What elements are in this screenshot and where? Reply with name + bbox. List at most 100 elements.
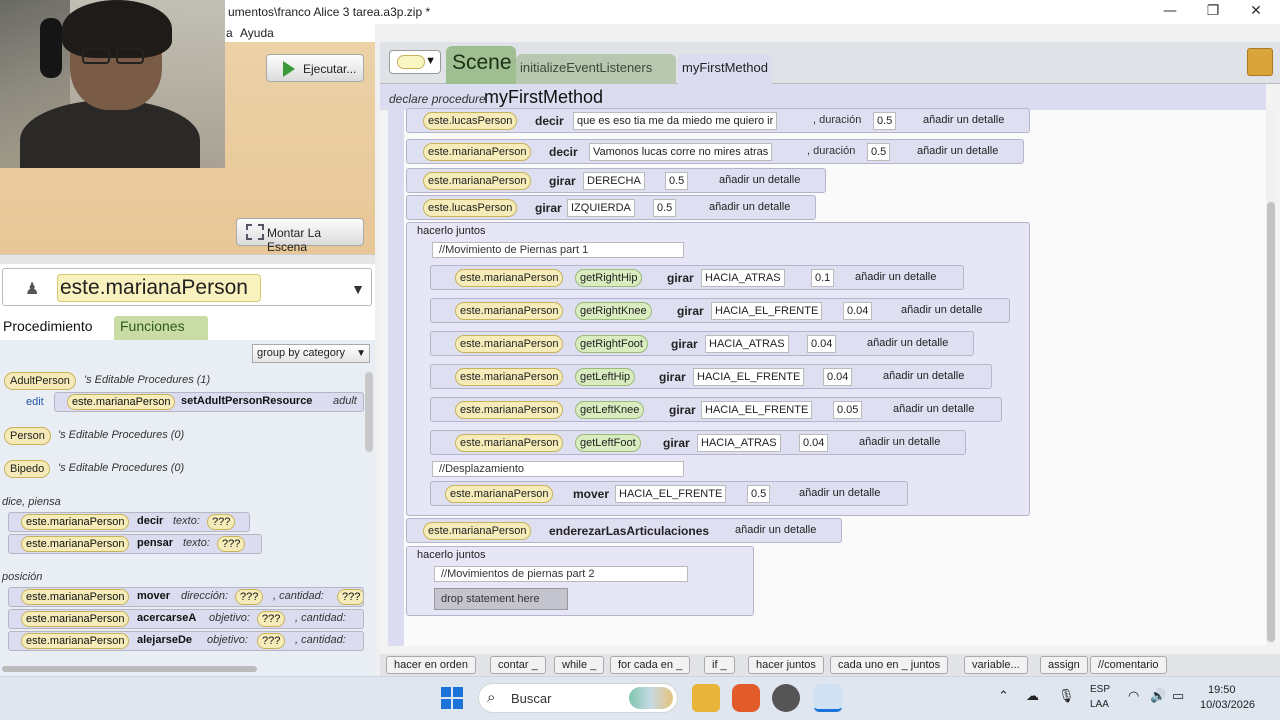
add-detail-button[interactable]: añadir un detalle	[867, 337, 948, 349]
statement-say-mariana[interactable]: este.marianaPerson decir Vamonos lucas c…	[406, 139, 1024, 164]
tab-functions[interactable]: Funciones	[114, 316, 208, 340]
proc-tile-mover[interactable]: este.marianaPerson mover dirección: ??? …	[8, 587, 364, 607]
direction-value[interactable]: HACIA_EL_FRENTE	[701, 401, 813, 419]
statement-say-lucas[interactable]: este.lucasPerson decir que es eso tia me…	[406, 108, 1030, 133]
wifi-icon[interactable]: ◠	[1128, 688, 1139, 704]
restore-button[interactable]: ❐	[1193, 2, 1233, 22]
clipboard-icon[interactable]	[1247, 48, 1273, 76]
statement-joint-turn[interactable]: este.marianaPerson getLeftHip girar HACI…	[430, 364, 992, 389]
comment-block[interactable]: //Movimientos de piernas part 2	[434, 566, 688, 582]
direction-value[interactable]: HACIA_EL_FRENTE	[693, 368, 805, 386]
tab-procedures[interactable]: Procedimiento	[0, 316, 112, 340]
palette-do-together[interactable]: hacer juntos	[748, 656, 824, 674]
editor-scrollbar[interactable]	[1266, 110, 1276, 646]
amount-value[interactable]: 0.04	[799, 434, 829, 452]
group-by-select[interactable]: group by category ▼	[252, 344, 370, 363]
add-detail-button[interactable]: añadir un detalle	[709, 201, 790, 213]
add-detail-button[interactable]: añadir un detalle	[917, 145, 998, 157]
palette-if[interactable]: if _	[704, 656, 735, 674]
direction-value[interactable]: HACIA_ATRAS	[701, 269, 785, 287]
duration-value[interactable]: 0.5	[867, 143, 891, 161]
obs-icon[interactable]	[772, 684, 800, 712]
palette-comment[interactable]: //comentario	[1090, 656, 1167, 674]
add-detail-button[interactable]: añadir un detalle	[719, 174, 800, 186]
direction-value[interactable]: IZQUIERDA	[567, 199, 635, 217]
duration-value[interactable]: 0.5	[665, 172, 689, 190]
alice-app-icon[interactable]	[814, 684, 842, 712]
statement-move-mariana[interactable]: este.marianaPerson mover HACIA_EL_FRENTE…	[430, 481, 908, 506]
amount-value[interactable]: 0.1	[811, 269, 835, 287]
tab-my-first-method[interactable]: myFirstMethod	[678, 54, 772, 84]
direction-value[interactable]: HACIA_ATRAS	[705, 335, 789, 353]
brave-browser-icon[interactable]	[732, 684, 760, 712]
text-value[interactable]: que es eso tia me da miedo me quiero ir	[573, 112, 778, 130]
add-detail-button[interactable]: añadir un detalle	[883, 370, 964, 382]
direction-value[interactable]: DERECHA	[583, 172, 645, 190]
direction-value[interactable]: HACIA_EL_FRENTE	[711, 302, 823, 320]
add-detail-button[interactable]: añadir un detalle	[799, 487, 880, 499]
direction-value[interactable]: HACIA_EL_FRENTE	[615, 485, 727, 503]
add-detail-button[interactable]: añadir un detalle	[923, 114, 1004, 126]
add-detail-button[interactable]: añadir un detalle	[859, 436, 940, 448]
palette-each-in-together[interactable]: cada uno en _ juntos	[830, 656, 949, 674]
edit-link[interactable]: edit	[26, 396, 44, 408]
duration-value[interactable]: 0.5	[653, 199, 677, 217]
language-indicator[interactable]: ESP	[1090, 684, 1110, 695]
windows-start-icon[interactable]	[438, 684, 466, 712]
microphone-icon[interactable]: 🎙	[1058, 688, 1075, 704]
chevron-up-icon[interactable]: ⌃	[998, 688, 1009, 704]
palette-variable[interactable]: variable...	[964, 656, 1028, 674]
proc-tile-alejarsede[interactable]: este.marianaPerson alejarseDe objetivo: …	[8, 631, 364, 651]
tab-initialize-event-listeners[interactable]: initializeEventListeners	[516, 54, 676, 84]
text-value[interactable]: Vamonos lucas corre no mires atras	[589, 143, 773, 161]
add-detail-button[interactable]: añadir un detalle	[735, 524, 816, 536]
object-selector[interactable]: ♟ este.marianaPerson ▼	[2, 268, 372, 306]
menu-item-partial[interactable]: a	[226, 26, 233, 40]
add-detail-button[interactable]: añadir un detalle	[893, 403, 974, 415]
taskbar-search[interactable]: ⌕ Buscar	[478, 683, 678, 713]
statement-joint-turn[interactable]: este.marianaPerson getRightHip girar HAC…	[430, 265, 964, 290]
palette-for-each[interactable]: for cada en _	[610, 656, 691, 674]
proc-tile-decir[interactable]: este.marianaPerson decir texto: ???	[8, 512, 250, 532]
add-detail-button[interactable]: añadir un detalle	[855, 271, 936, 283]
palette-assign[interactable]: assign	[1040, 656, 1088, 674]
statement-joint-turn[interactable]: este.marianaPerson getLeftFoot girar HAC…	[430, 430, 966, 455]
camera-marker-select[interactable]: ▼	[389, 50, 441, 74]
setup-scene-button[interactable]: Montar La Escena	[236, 218, 364, 254]
statement-turn-lucas[interactable]: este.lucasPerson girar IZQUIERDA 0.5 aña…	[406, 195, 816, 220]
palette-do-in-order[interactable]: hacer en orden	[386, 656, 476, 674]
volume-icon[interactable]: 🔊	[1150, 688, 1166, 704]
statement-joint-turn[interactable]: este.marianaPerson getRightKnee girar HA…	[430, 298, 1010, 323]
cloud-icon[interactable]: ☁	[1026, 688, 1039, 704]
battery-icon[interactable]: ▭	[1172, 688, 1184, 704]
amount-value[interactable]: 0.04	[823, 368, 853, 386]
proc-tile-setadultpersonresource[interactable]: este.marianaPerson setAdultPersonResourc…	[54, 392, 364, 412]
file-explorer-icon[interactable]	[692, 684, 720, 712]
comment-block[interactable]: //Movimiento de Piernas part 1	[432, 242, 684, 258]
menu-item-help[interactable]: Ayuda	[240, 26, 274, 40]
proc-tile-pensar[interactable]: este.marianaPerson pensar texto: ???	[8, 534, 262, 554]
add-detail-button[interactable]: añadir un detalle	[901, 304, 982, 316]
horizontal-splitter[interactable]	[0, 254, 375, 264]
direction-value[interactable]: HACIA_ATRAS	[697, 434, 781, 452]
amount-value[interactable]: 0.5	[747, 485, 771, 503]
run-button[interactable]: Ejecutar...	[266, 54, 364, 82]
statement-joint-turn[interactable]: este.marianaPerson getRightFoot girar HA…	[430, 331, 974, 356]
clock-time[interactable]: 19:50	[1208, 684, 1236, 696]
minimize-button[interactable]: —	[1150, 2, 1190, 22]
tab-scene[interactable]: Scene	[446, 46, 516, 84]
close-button[interactable]: ✕	[1236, 2, 1276, 22]
amount-value[interactable]: 0.04	[843, 302, 873, 320]
clock-date[interactable]: 10/03/2026	[1200, 699, 1255, 711]
left-hscrollbar[interactable]	[2, 666, 257, 672]
chevron-down-icon[interactable]: ▼	[351, 281, 365, 297]
statement-straighten-joints[interactable]: este.marianaPerson enderezarLasArticulac…	[406, 518, 842, 543]
amount-value[interactable]: 0.04	[807, 335, 837, 353]
statement-joint-turn[interactable]: este.marianaPerson getLeftKnee girar HAC…	[430, 397, 1002, 422]
comment-block[interactable]: //Desplazamiento	[432, 461, 684, 477]
scrollbar-thumb[interactable]	[1267, 202, 1275, 642]
drop-statement-placeholder[interactable]: drop statement here	[434, 588, 568, 610]
palette-count[interactable]: contar _	[490, 656, 546, 674]
amount-value[interactable]: 0.05	[833, 401, 863, 419]
proc-tile-acercarsea[interactable]: este.marianaPerson acercarseA objetivo: …	[8, 609, 364, 629]
